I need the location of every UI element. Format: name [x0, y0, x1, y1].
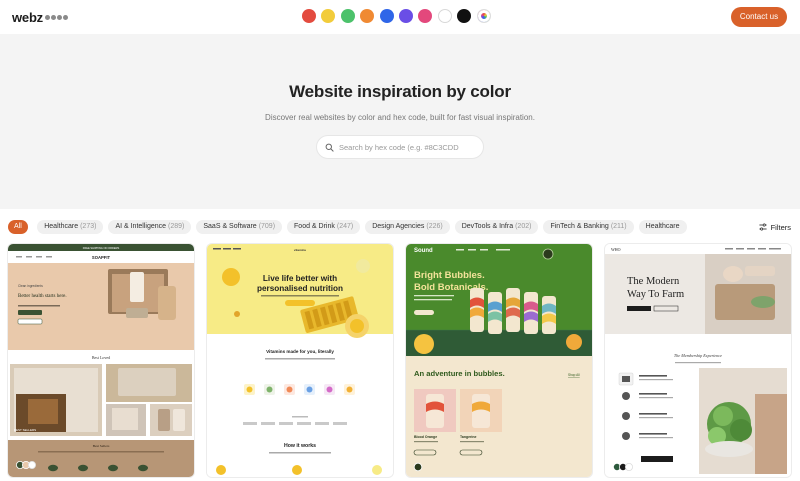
website-preview-thumbnail: vitamins Live life better with personali… [207, 244, 393, 477]
card-hero-text: Bright Bubbles. [414, 270, 485, 281]
card-product-name: Blood Orange [414, 435, 437, 439]
category-chip[interactable]: Food & Drink (247) [287, 220, 361, 234]
card-hero-text: Live life better with [263, 274, 337, 283]
category-chip-label: DevTools & Infra [461, 223, 514, 230]
card-site-name: Sound [414, 248, 433, 254]
palette-dots [15, 460, 36, 469]
logo-text: webz [12, 10, 43, 25]
swatch-black[interactable] [457, 9, 472, 23]
category-chip-count: (247) [336, 223, 354, 230]
category-chip[interactable]: Healthcare (273) [37, 220, 104, 234]
website-card-soapfit[interactable]: FREE SHIPPING ON ORDERS SOAPFIT Clean in… [8, 244, 194, 477]
website-card-vitamins[interactable]: vitamins Live life better with personali… [207, 244, 393, 477]
top-navigation-bar: webz Contact us [0, 0, 800, 34]
scroll-fade [690, 217, 730, 237]
website-card-farm[interactable]: WHO The Modern Way To Farm The Membershi… [605, 244, 791, 477]
swatch-purple[interactable] [398, 9, 413, 23]
color-swatch-picker [302, 9, 496, 23]
website-card-sound[interactable]: Sound Bright Bubbles. Bold Botanicals. A… [406, 244, 592, 477]
category-chip-label: Healthcare [44, 223, 79, 230]
card-site-name: SOAPFIT [92, 255, 111, 260]
website-preview-thumbnail: WHO The Modern Way To Farm The Membershi… [605, 244, 791, 477]
card-section-heading: Vitamins made for you, literally [266, 349, 334, 354]
category-chip[interactable]: Design Agencies (226) [365, 220, 450, 234]
card-hero-text-2: personalised nutrition [257, 284, 343, 293]
svg-text:Clean ingredients: Clean ingredients [18, 284, 43, 288]
website-preview-thumbnail: FREE SHIPPING ON ORDERS SOAPFIT Clean in… [8, 244, 194, 477]
website-preview-thumbnail: Sound Bright Bubbles. Bold Botanicals. A… [406, 244, 592, 477]
card-hero-text: Better health starts here. [18, 294, 67, 299]
card-section-heading-2: How it works [284, 443, 316, 449]
card-site-name: WHO [611, 247, 621, 252]
card-badge: BEST SELLERS [14, 428, 36, 432]
category-chip-label: FinTech & Banking [550, 223, 609, 230]
category-chip-count: (202) [515, 223, 532, 230]
hero-section: Website inspiration by color Discover re… [0, 34, 800, 209]
category-chip[interactable]: Healthcare [638, 220, 687, 234]
card-hero-text-2: Way To Farm [627, 289, 684, 300]
swatch-red[interactable] [302, 9, 316, 23]
category-chip[interactable]: DevTools & Infra (202) [454, 220, 539, 234]
hex-search-input[interactable] [339, 142, 479, 152]
svg-text:FREE SHIPPING ON ORDERS: FREE SHIPPING ON ORDERS [83, 246, 120, 250]
sliders-icon [758, 223, 767, 231]
swatch-orange[interactable] [360, 9, 375, 23]
category-chip[interactable]: FinTech & Banking (211) [543, 220, 634, 234]
category-chip-label: Design Agencies [372, 223, 425, 230]
swatch-green[interactable] [340, 9, 355, 23]
contact-us-button[interactable]: Contact us [731, 7, 787, 27]
filters-button[interactable]: Filters [758, 220, 791, 234]
search-bar[interactable] [316, 135, 484, 159]
category-chip-list: All Healthcare (273) AI & Intelligence (289… [8, 220, 716, 234]
category-chip-label: Healthcare [645, 223, 680, 230]
page-subtitle: Discover real websites by color and hex … [265, 113, 535, 122]
logo-dots-icon [44, 15, 68, 20]
card-site-name: vitamins [294, 248, 307, 252]
swatch-blue[interactable] [379, 9, 394, 23]
swatch-white[interactable] [437, 9, 452, 23]
category-filter-bar: All Healthcare (273) AI & Intelligence (289… [0, 209, 800, 242]
category-chip-count: (289) [168, 223, 185, 230]
swatch-pink[interactable] [418, 9, 433, 23]
category-chip-count: (226) [426, 223, 443, 230]
card-section-heading: An adventure in bubbles. [414, 369, 505, 378]
category-chip-all[interactable]: All [8, 220, 28, 234]
filters-label: Filters [770, 222, 791, 232]
webzooo-logo[interactable]: webz [12, 10, 68, 25]
category-chip[interactable]: AI & Intelligence (289) [108, 220, 192, 234]
card-link: Shop All [568, 373, 580, 377]
search-icon [325, 143, 334, 152]
page-title: Website inspiration by color [289, 82, 511, 101]
swatch-multicolor[interactable] [476, 9, 491, 23]
card-section-heading: Best Loved [92, 355, 110, 360]
card-section-heading-2: Best Sellers [93, 444, 110, 448]
category-chip-count: (709) [258, 223, 276, 230]
card-hero-text: The Modern [627, 276, 680, 287]
category-chip-count: (273) [80, 223, 97, 230]
card-product-name-2: Tangerine [460, 435, 477, 439]
card-section-heading: The Membership Experience [674, 353, 722, 358]
category-chip-label: Food & Drink [294, 223, 335, 230]
website-gallery: FREE SHIPPING ON ORDERS SOAPFIT Clean in… [0, 242, 800, 481]
category-chip-label: AI & Intelligence [115, 223, 167, 230]
swatch-yellow[interactable] [321, 9, 336, 23]
category-chip-count: (211) [610, 223, 627, 230]
category-chip[interactable]: SaaS & Software (709) [196, 220, 283, 234]
category-chip-label: SaaS & Software [203, 223, 257, 230]
